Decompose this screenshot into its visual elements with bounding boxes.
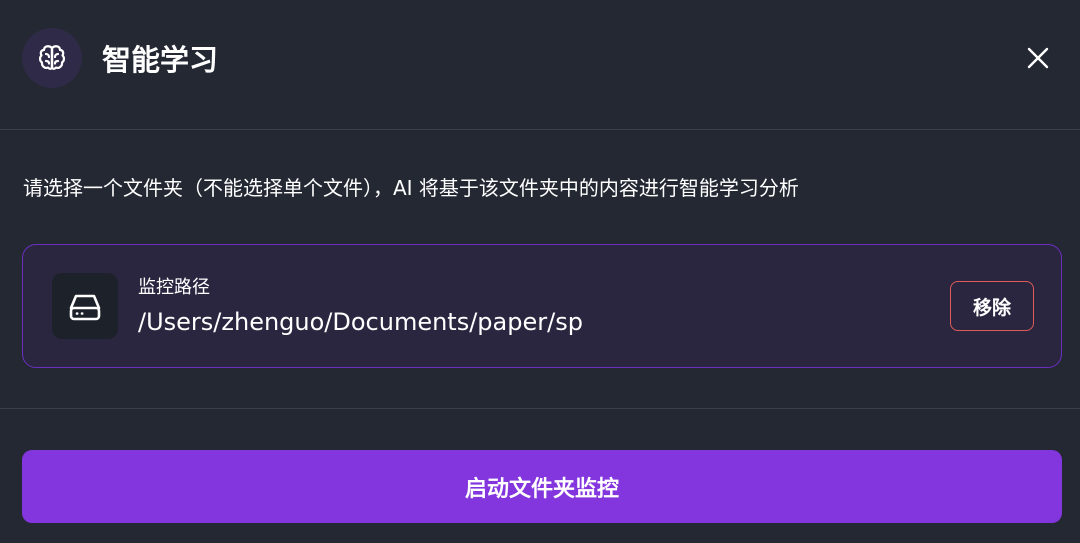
dialog-title: 智能学习 <box>102 43 219 77</box>
monitor-path-label: 监控路径 <box>138 277 210 298</box>
header-icon-badge <box>22 28 82 88</box>
monitor-path-value: /Users/zhenguo/Documents/paper/sp <box>138 308 583 336</box>
instruction-text: 请选择一个文件夹（不能选择单个文件），AI 将基于该文件夹中的内容进行智能学习分… <box>23 176 799 200</box>
monitor-path-card: 监控路径 /Users/zhenguo/Documents/paper/sp 移… <box>22 244 1062 368</box>
hard-drive-icon <box>69 294 101 321</box>
smart-learning-dialog: 智能学习 请选择一个文件夹（不能选择单个文件），AI 将基于该文件夹中的内容进行… <box>0 0 1080 543</box>
start-monitoring-button[interactable]: 启动文件夹监控 <box>22 450 1062 523</box>
footer-divider <box>0 408 1080 409</box>
brain-icon <box>38 45 66 70</box>
close-icon <box>1027 47 1049 69</box>
drive-icon-badge <box>52 273 118 339</box>
close-button[interactable] <box>1020 40 1056 76</box>
remove-button[interactable]: 移除 <box>950 281 1034 331</box>
dialog-header: 智能学习 <box>0 0 1080 130</box>
